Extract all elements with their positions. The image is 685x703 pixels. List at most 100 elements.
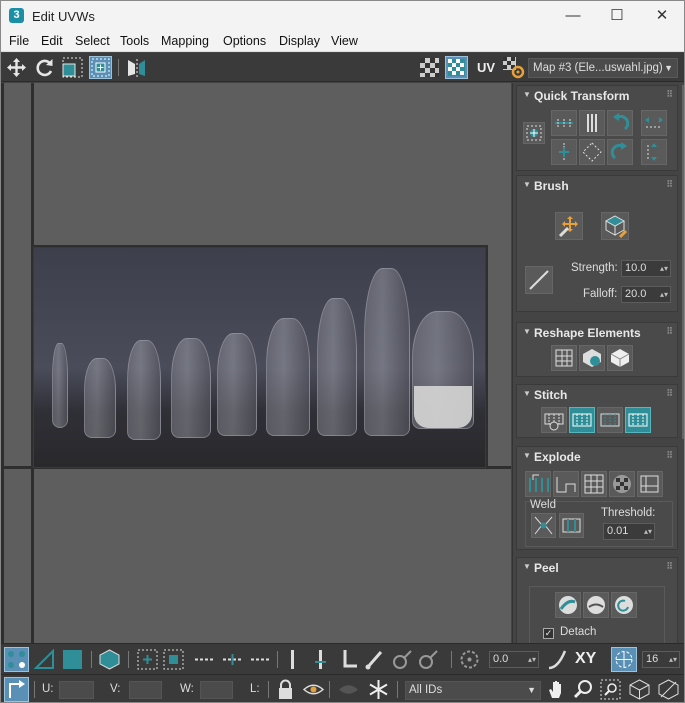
map-select-value: Map #3 (Ele...uswahl.jpg) <box>533 62 663 74</box>
grid-snap-button[interactable] <box>611 647 637 672</box>
show-map-button[interactable] <box>418 56 441 79</box>
spinner-arrows-icon: ▴▾ <box>643 527 652 536</box>
menu-display[interactable]: Display <box>279 34 320 48</box>
detach-checkbox[interactable]: ✓ <box>543 628 554 639</box>
u-value-field[interactable] <box>59 681 94 699</box>
peel-mode-button[interactable] <box>583 592 609 618</box>
xy-axis-toggle[interactable]: XY <box>575 650 596 668</box>
reset-peel-button[interactable] <box>611 592 637 618</box>
freeform-tool-button[interactable] <box>89 56 112 79</box>
weld-target-button[interactable] <box>559 513 584 538</box>
move-tool-button[interactable] <box>5 56 28 79</box>
stitch-average-button[interactable] <box>597 407 623 433</box>
menu-tools[interactable]: Tools <box>120 34 149 48</box>
uv-axis-button[interactable]: UV <box>473 56 499 79</box>
detach-edge-icon <box>556 477 576 493</box>
material-id-dropdown[interactable]: All IDs ▼ <box>405 681 541 700</box>
maximize-button[interactable]: ☐ <box>594 1 640 31</box>
v-value-field[interactable] <box>129 681 162 699</box>
rotate-minus-90-button[interactable] <box>607 110 633 136</box>
stitch-to-target-button[interactable] <box>569 407 595 433</box>
show-checker-button[interactable] <box>445 56 468 79</box>
mirror-tool-button[interactable] <box>125 56 148 79</box>
lock-selection-button[interactable] <box>274 678 297 701</box>
reshape-elements-header[interactable]: ▼ Reshape Elements ⠿ <box>517 323 677 343</box>
menu-edit[interactable]: Edit <box>41 34 63 48</box>
align-to-edge-button[interactable] <box>551 139 577 165</box>
ring-grow-button[interactable] <box>309 648 332 671</box>
space-horizontal-button[interactable] <box>641 110 667 136</box>
threshold-spinner[interactable]: 0.01 ▴▾ <box>603 523 655 540</box>
enlarge-brush-button[interactable] <box>391 648 414 671</box>
stitch-header[interactable]: ▼ Stitch ⠿ <box>517 385 677 405</box>
space-vertical-button[interactable] <box>641 139 667 165</box>
brush-header[interactable]: ▼ Brush ⠿ <box>517 176 677 196</box>
peel-header[interactable]: ▼ Peel ⠿ <box>517 558 677 578</box>
brush-falloff-button[interactable] <box>525 266 553 294</box>
straighten-button[interactable] <box>551 345 577 371</box>
paint-move-button[interactable] <box>555 212 583 240</box>
hide-button[interactable] <box>302 678 325 701</box>
rotate-tool-button[interactable] <box>33 56 56 79</box>
loop-grow-button[interactable] <box>221 648 244 671</box>
quick-peel-button[interactable] <box>555 592 581 618</box>
freeze-button[interactable] <box>367 678 390 701</box>
menu-file[interactable]: File <box>9 34 29 48</box>
minimize-button[interactable]: — <box>550 1 596 31</box>
quick-transform-header[interactable]: ▼ Quick Transform ⠿ <box>517 86 677 106</box>
menu-view[interactable]: View <box>331 34 358 48</box>
zoom-extents-button[interactable] <box>628 678 651 701</box>
paint-select-button[interactable] <box>363 648 386 671</box>
flatten-by-polygon-angle-button[interactable] <box>581 471 607 497</box>
explode-header[interactable]: ▼ Explode ⠿ <box>517 447 677 467</box>
shrink-brush-button[interactable] <box>417 648 440 671</box>
absolute-offset-toggle[interactable] <box>4 677 29 702</box>
close-button[interactable]: ✕ <box>639 1 684 31</box>
menu-options[interactable]: Options <box>223 34 266 48</box>
menu-mapping[interactable]: Mapping <box>161 34 209 48</box>
rotate-step-button[interactable] <box>458 648 481 671</box>
w-value-field[interactable] <box>200 681 233 699</box>
flatten-by-material-button[interactable] <box>637 471 663 497</box>
zoom-region-button[interactable] <box>599 678 622 701</box>
break-button[interactable] <box>525 471 551 497</box>
zoom-selected-button[interactable] <box>657 678 680 701</box>
polygon-mode-button[interactable] <box>61 648 84 671</box>
ring-select-button[interactable] <box>281 648 304 671</box>
weld-selected-button[interactable] <box>531 513 556 538</box>
relax-settings-button[interactable] <box>607 345 633 371</box>
element-mode-button[interactable] <box>98 648 121 671</box>
rotate-angle-spinner[interactable]: 0.0 ▴▾ <box>489 651 539 668</box>
edge-mode-button[interactable] <box>33 648 56 671</box>
stitch-custom-button[interactable] <box>541 407 567 433</box>
stitch-to-source-button[interactable] <box>625 407 651 433</box>
grow-selection-button[interactable] <box>136 648 159 671</box>
map-options-button[interactable] <box>502 56 525 79</box>
grid-size-spinner[interactable]: 16 ▴▾ <box>642 651 680 668</box>
rotate-angle-value: 0.0 <box>493 653 509 665</box>
set-pivot-button[interactable] <box>523 122 545 144</box>
loop-select-button[interactable] <box>193 648 216 671</box>
ring-shrink-button[interactable] <box>337 648 360 671</box>
pan-button[interactable] <box>545 678 568 701</box>
show-hidden-button[interactable] <box>337 678 360 701</box>
soft-selection-button[interactable] <box>546 648 569 671</box>
map-select-dropdown[interactable]: Map #3 (Ele...uswahl.jpg) ▼ <box>528 58 678 78</box>
linear-align-button[interactable] <box>579 139 605 165</box>
vertex-mode-button[interactable] <box>4 647 29 672</box>
detach-edge-verts-button[interactable] <box>553 471 579 497</box>
align-horizontal-button[interactable] <box>551 110 577 136</box>
strength-spinner[interactable]: 10.0 ▴▾ <box>621 260 671 277</box>
relax-button[interactable] <box>579 345 605 371</box>
loop-shrink-button[interactable] <box>249 648 272 671</box>
scale-tool-button[interactable] <box>61 56 84 79</box>
align-vertical-button[interactable] <box>579 110 605 136</box>
falloff-spinner[interactable]: 20.0 ▴▾ <box>621 286 671 303</box>
relax-brush-button[interactable] <box>601 212 629 240</box>
zoom-button[interactable] <box>572 678 595 701</box>
rotate-plus-90-button[interactable] <box>607 139 633 165</box>
flatten-by-smoothing-button[interactable] <box>609 471 635 497</box>
uv-viewport[interactable] <box>1 83 511 643</box>
shrink-selection-button[interactable] <box>162 648 185 671</box>
menu-select[interactable]: Select <box>75 34 110 48</box>
